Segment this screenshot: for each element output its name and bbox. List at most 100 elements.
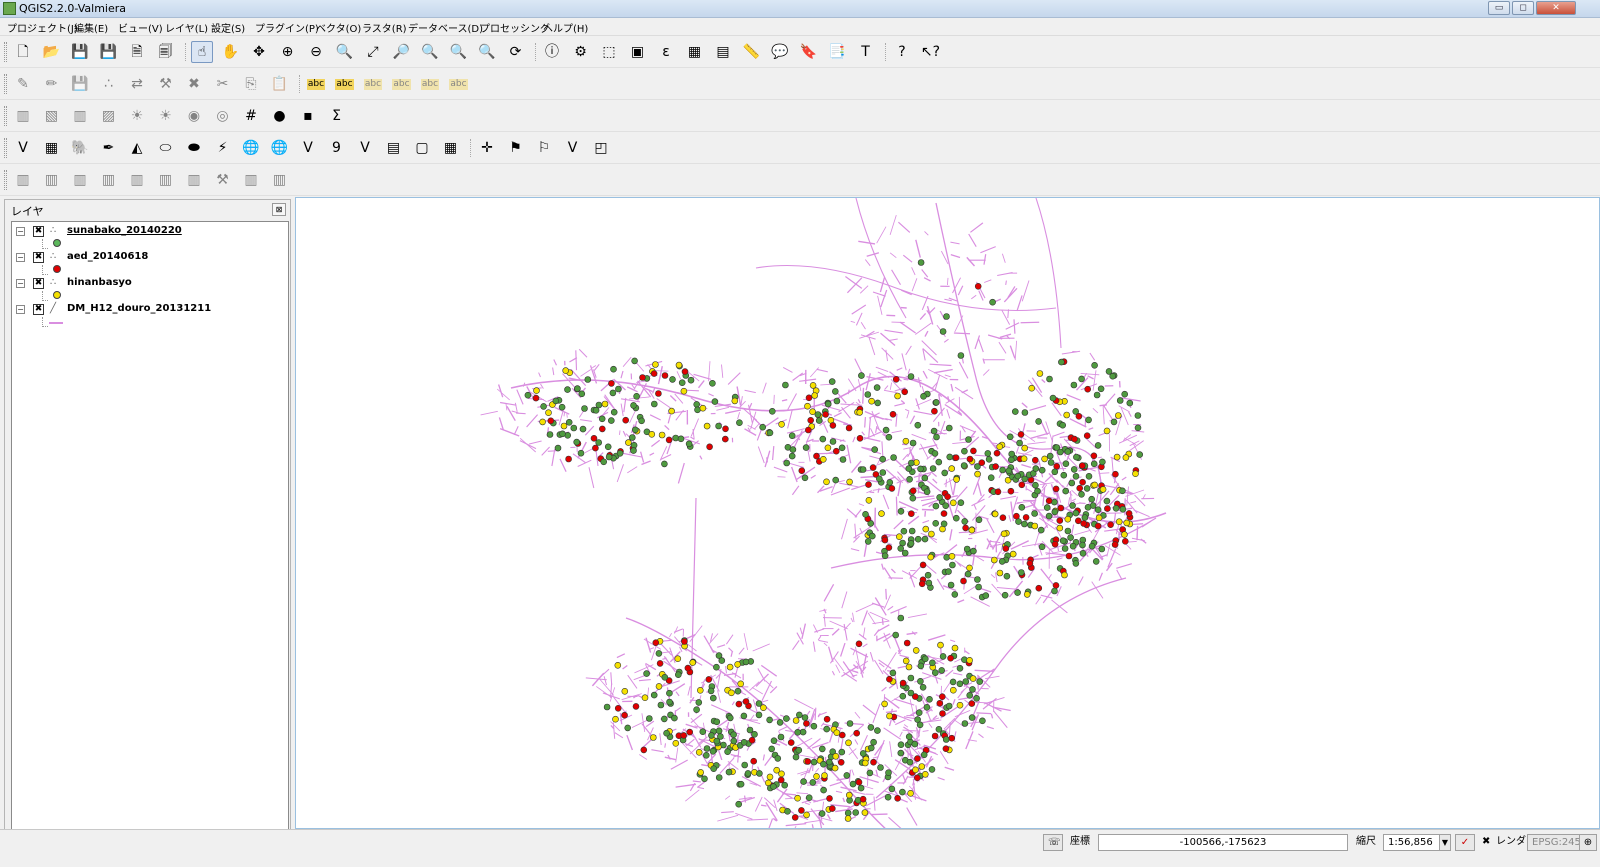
zoom-full-icon[interactable]: ⤢	[362, 41, 384, 63]
map-tips-icon[interactable]: 💬	[769, 41, 791, 63]
label-tool-icon[interactable]: abc	[305, 73, 327, 95]
coordinate-field[interactable]: -100566,-175623	[1098, 834, 1348, 851]
panel-close-icon[interactable]: ⊠	[272, 203, 286, 216]
save-layer-edits-icon[interactable]: 💾	[69, 73, 91, 95]
new-project-icon[interactable]: 🗋	[12, 41, 34, 63]
offline-editing-icon[interactable]: ●	[269, 105, 291, 127]
layer-row-sunabako[interactable]: − ✖ ∴ sunabako_20140220	[16, 224, 276, 240]
plugin-a-icon[interactable]: ⚑	[505, 137, 527, 159]
composer-manager-icon[interactable]: 🗐	[155, 41, 177, 63]
add-wfs-layer-icon[interactable]: ⚡	[212, 137, 234, 159]
maximize-button[interactable]: ◻	[1512, 1, 1534, 15]
collapse-icon[interactable]: −	[16, 227, 25, 236]
move-feature-icon[interactable]: ⇄	[126, 73, 148, 95]
add-feature-icon[interactable]: ∴	[98, 73, 120, 95]
zoom-out-icon[interactable]: ⊖	[305, 41, 327, 63]
add-wfs2-layer-icon[interactable]: V	[297, 137, 319, 159]
add-wms-layer-icon[interactable]: 🌐	[240, 137, 262, 159]
heatmap-icon[interactable]: ▧	[41, 105, 63, 127]
stop-render-icon[interactable]: ✓	[1455, 834, 1475, 851]
gps-tools-icon[interactable]: ◎	[212, 105, 234, 127]
close-button[interactable]: ✕	[1536, 1, 1576, 15]
layer-visibility-checkbox[interactable]: ✖	[33, 304, 44, 315]
zoom-next-icon[interactable]: 🔍	[476, 41, 498, 63]
run-feature-action-icon[interactable]: ⚙	[570, 41, 592, 63]
scale-dropdown-icon[interactable]: ▼	[1439, 834, 1451, 851]
zoom-last-icon[interactable]: 🔍	[448, 41, 470, 63]
new-bookmark-icon[interactable]: 🔖	[798, 41, 820, 63]
messages-icon[interactable]: ☏	[1043, 834, 1063, 851]
menu-plugins[interactable]: プラグイン(P)	[255, 20, 319, 35]
add-wcs-layer-icon[interactable]: 🌐	[269, 137, 291, 159]
layer-name[interactable]: hinanbasyo	[67, 277, 132, 288]
adv-edit-3-icon[interactable]: ▥	[69, 169, 91, 191]
adv-edit-9-icon[interactable]: ▥	[240, 169, 262, 191]
pan-to-selection-icon[interactable]: ✥	[248, 41, 270, 63]
paste-features-icon[interactable]: 📋	[269, 73, 291, 95]
crs-globe-icon[interactable]: ⊕	[1579, 834, 1597, 851]
show-bookmarks-icon[interactable]: 📑	[826, 41, 848, 63]
show-hide-labels-icon[interactable]: abc	[362, 73, 384, 95]
select-by-expression-icon[interactable]: ε	[655, 41, 677, 63]
road-graph-icon[interactable]: ☀	[155, 105, 177, 127]
adv-edit-5-icon[interactable]: ▥	[126, 169, 148, 191]
pan-map-icon[interactable]: ✋	[220, 41, 242, 63]
collapse-icon[interactable]: −	[16, 279, 25, 288]
menu-layer[interactable]: レイヤ(L)	[165, 20, 208, 35]
menu-raster[interactable]: ラスタ(R)	[362, 20, 407, 35]
layer-visibility-checkbox[interactable]: ✖	[33, 226, 44, 237]
new-temp-layer-icon[interactable]: ▦	[440, 137, 462, 159]
deselect-all-icon[interactable]: ▣	[627, 41, 649, 63]
menu-view[interactable]: ビュー(V)	[118, 20, 163, 35]
zoom-in-icon[interactable]: ⊕	[277, 41, 299, 63]
cut-features-icon[interactable]: ✂	[212, 73, 234, 95]
measure-line-icon[interactable]: 📏	[741, 41, 763, 63]
plugin-b-icon[interactable]: ⚐	[533, 137, 555, 159]
menu-database[interactable]: データベース(D)	[408, 20, 483, 35]
map-canvas[interactable]	[295, 197, 1600, 829]
help-contents-icon[interactable]: ?	[891, 41, 913, 63]
copy-features-icon[interactable]: ⎘	[240, 73, 262, 95]
adv-edit-2-icon[interactable]: ▥	[41, 169, 63, 191]
add-delimited-text-icon[interactable]: 9	[326, 137, 348, 159]
menu-vector[interactable]: ベクタ(O)	[316, 20, 361, 35]
adv-edit-8-icon[interactable]: ⚒	[212, 169, 234, 191]
statistics-icon[interactable]: Σ	[326, 105, 348, 127]
save-project-icon[interactable]: 💾	[69, 41, 91, 63]
menu-processing[interactable]: プロセッシング	[480, 20, 550, 35]
open-project-icon[interactable]: 📂	[41, 41, 63, 63]
plugin-d-icon[interactable]: ◰	[590, 137, 612, 159]
new-print-composer-icon[interactable]: 🗎	[126, 41, 148, 63]
plugin-c-icon[interactable]: V	[562, 137, 584, 159]
layer-visibility-checkbox[interactable]: ✖	[33, 252, 44, 263]
refresh-icon[interactable]: ⟳	[505, 41, 527, 63]
whats-this-icon[interactable]: ↖?	[920, 41, 942, 63]
adv-edit-10-icon[interactable]: ▥	[269, 169, 291, 191]
new-gpx-layer-icon[interactable]: ▢	[411, 137, 433, 159]
select-features-icon[interactable]: ⬚	[598, 41, 620, 63]
move-label-icon[interactable]: abc	[391, 73, 413, 95]
layer-row-aed[interactable]: − ✖ ∴ aed_20140618	[16, 250, 276, 266]
menu-project[interactable]: プロジェクト(J)	[7, 20, 78, 35]
text-annotation-icon[interactable]: T	[855, 41, 877, 63]
add-raster-layer-icon[interactable]: ▦	[41, 137, 63, 159]
grid-icon[interactable]: #	[240, 105, 262, 127]
new-spatialite-icon[interactable]: ▤	[383, 137, 405, 159]
pin-labels-icon[interactable]: abc	[334, 73, 356, 95]
coordinate-capture-icon[interactable]: ◉	[183, 105, 205, 127]
menu-settings[interactable]: 設定(S)	[211, 20, 245, 35]
adv-edit-1-icon[interactable]: ▥	[12, 169, 34, 191]
save-as-icon[interactable]: 💾	[98, 41, 120, 63]
touch-zoom-pan-icon[interactable]: ☝	[191, 41, 213, 63]
crosshair-icon[interactable]: ✛	[476, 137, 498, 159]
map-render[interactable]	[296, 198, 1600, 829]
collapse-icon[interactable]: −	[16, 305, 25, 314]
delete-selected-icon[interactable]: ✖	[183, 73, 205, 95]
adv-edit-7-icon[interactable]: ▥	[183, 169, 205, 191]
collapse-icon[interactable]: −	[16, 253, 25, 262]
identify-icon[interactable]: ⓘ	[541, 41, 563, 63]
minimize-button[interactable]: ▭	[1488, 1, 1510, 15]
layer-name[interactable]: sunabako_20140220	[67, 225, 182, 236]
add-mssql-layer-icon[interactable]: ◭	[126, 137, 148, 159]
layer-name[interactable]: DM_H12_douro_20131211	[67, 303, 211, 314]
